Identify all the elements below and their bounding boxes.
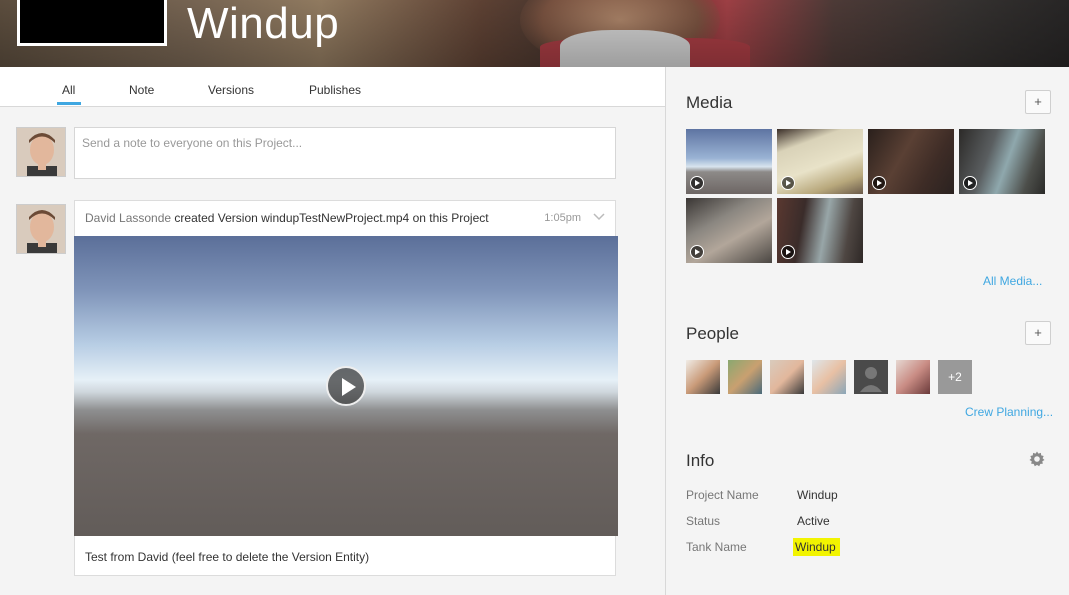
crew-planning-link[interactable]: Crew Planning... (965, 405, 1053, 419)
activity-version-link[interactable]: windupTestNewProject.mp4 (261, 211, 409, 225)
play-icon (690, 245, 704, 259)
media-thumbnail[interactable] (959, 129, 1045, 194)
version-description: Test from David (feel free to delete the… (85, 550, 370, 564)
project-overview-sidebar: Media + All Media... People + +2 Crew Pl… (667, 67, 1069, 595)
play-icon (690, 176, 704, 190)
person-avatar-placeholder[interactable] (854, 360, 888, 394)
project-header-banner: Windup (0, 0, 1069, 67)
media-thumbnail[interactable] (777, 198, 863, 263)
activity-action: created Version (174, 211, 258, 225)
play-icon (872, 176, 886, 190)
play-icon (963, 176, 977, 190)
play-icon (781, 176, 795, 190)
current-user-avatar[interactable] (16, 127, 66, 177)
person-avatar[interactable] (686, 360, 720, 394)
info-label-project-name: Project Name (686, 488, 759, 502)
person-avatar[interactable] (896, 360, 930, 394)
user-silhouette-icon (860, 367, 882, 392)
activity-user-name[interactable]: David Lassonde (85, 211, 171, 225)
more-people-badge[interactable]: +2 (938, 360, 972, 394)
project-title: Windup (187, 0, 340, 48)
person-avatar[interactable] (728, 360, 762, 394)
media-thumbnail[interactable] (686, 129, 772, 194)
activity-tabs: All Note Versions Publishes (0, 67, 665, 107)
media-heading: Media (686, 93, 733, 112)
version-video-player[interactable] (74, 236, 618, 536)
active-tab-indicator (57, 102, 81, 105)
people-heading: People (686, 324, 739, 343)
add-media-button[interactable]: + (1025, 90, 1051, 114)
note-composer-input[interactable]: Send a note to everyone on this Project.… (74, 127, 616, 179)
tab-note[interactable]: Note (129, 83, 154, 97)
info-label-status: Status (686, 514, 721, 528)
info-heading: Info (686, 451, 715, 470)
tab-publishes[interactable]: Publishes (309, 83, 361, 97)
add-people-button[interactable]: + (1025, 321, 1051, 345)
tab-all[interactable]: All (62, 83, 75, 97)
info-value-status[interactable]: Active (797, 514, 830, 528)
version-activity-card: David Lassonde created Version windupTes… (74, 200, 618, 576)
tab-versions[interactable]: Versions (208, 83, 254, 97)
play-icon[interactable] (326, 366, 366, 406)
media-thumbnail[interactable] (777, 129, 863, 194)
gear-icon[interactable] (1029, 451, 1045, 470)
person-avatar[interactable] (812, 360, 846, 394)
activity-target: on this Project (412, 211, 489, 225)
activity-header: David Lassonde created Version windupTes… (75, 201, 615, 236)
media-thumbnail[interactable] (686, 198, 772, 263)
info-value-project-name[interactable]: Windup (797, 488, 838, 502)
person-avatar[interactable] (770, 360, 804, 394)
project-thumbnail[interactable] (17, 0, 167, 46)
activity-stream-panel: All Note Versions Publishes Send a note … (0, 67, 666, 595)
media-thumbnail[interactable] (868, 129, 954, 194)
all-media-link[interactable]: All Media... (983, 274, 1042, 288)
play-icon (781, 245, 795, 259)
activity-timestamp: 1:05pm (544, 212, 581, 224)
activity-user-avatar[interactable] (16, 204, 66, 254)
info-value-tank-name[interactable]: Windup (793, 538, 840, 556)
chevron-down-icon[interactable] (593, 210, 605, 224)
info-label-tank-name: Tank Name (686, 540, 747, 554)
